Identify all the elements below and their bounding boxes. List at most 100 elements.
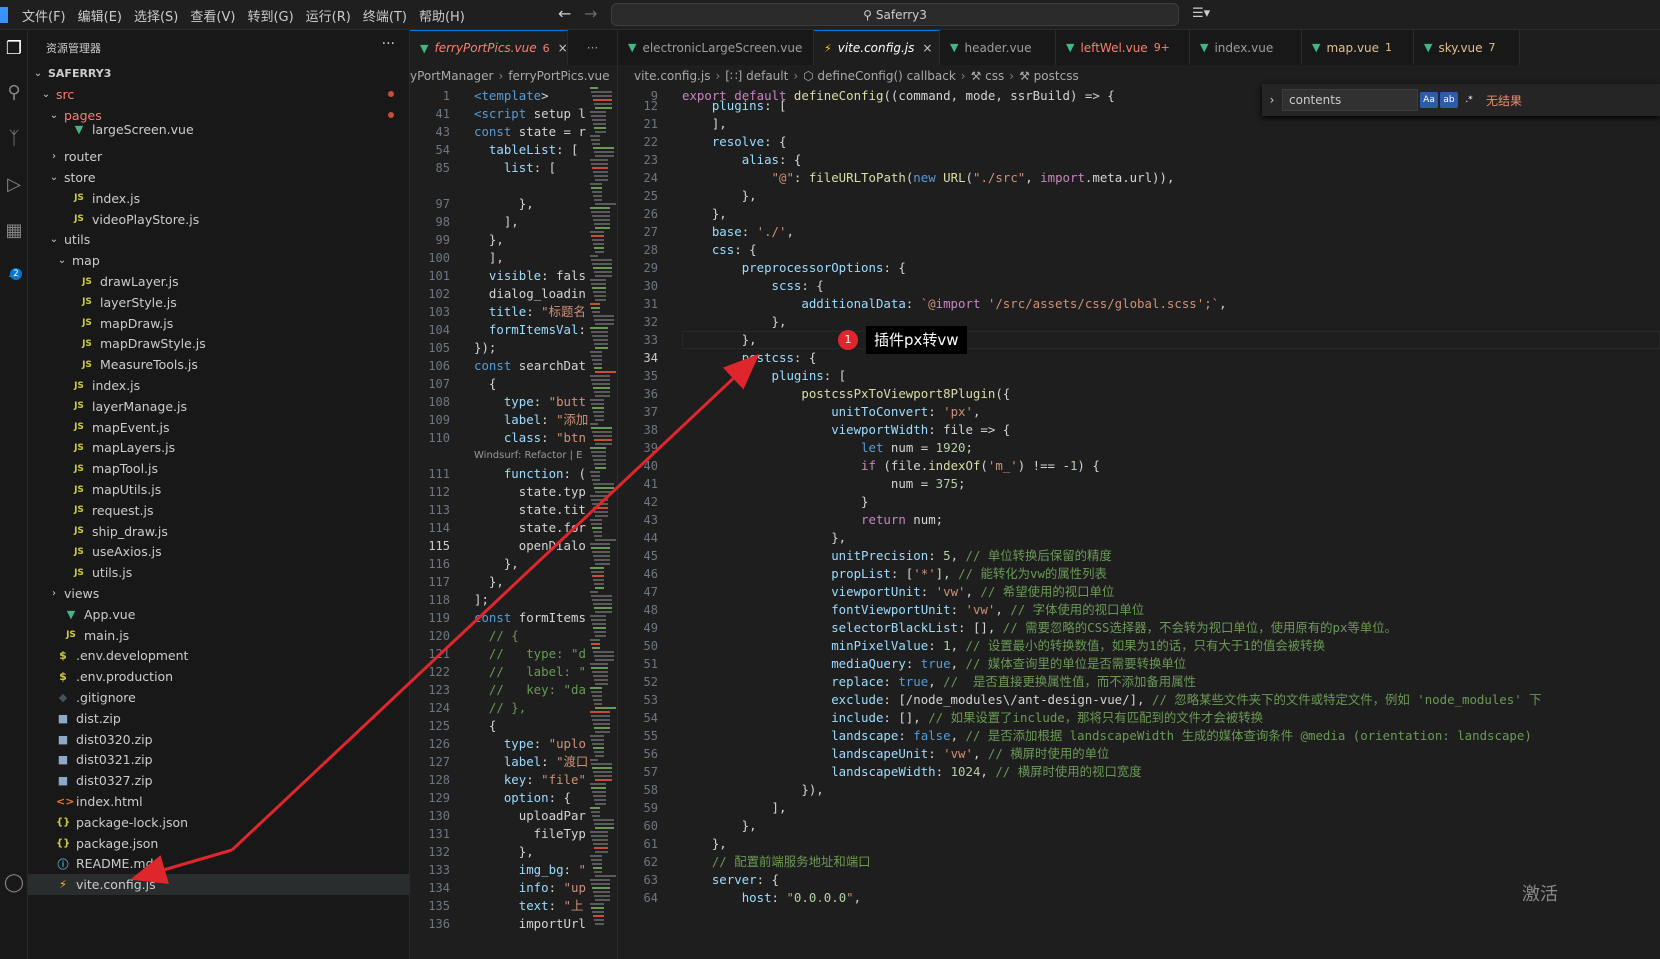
tree-item[interactable]: JS useAxios.js: [28, 541, 409, 562]
menu-item[interactable]: 帮助(H): [419, 6, 465, 25]
copilot-menu-icon[interactable]: ☰▾: [1192, 6, 1210, 21]
menu-item[interactable]: 文件(F): [22, 6, 66, 25]
menu-item[interactable]: 终端(T): [363, 6, 407, 25]
extensions-icon[interactable]: ▦: [0, 220, 28, 241]
more-actions-icon[interactable]: ···: [382, 36, 395, 52]
menu-item[interactable]: 选择(S): [134, 6, 178, 25]
tree-item[interactable]: ⌄ store: [28, 167, 409, 188]
tree-item[interactable]: JS utils.js: [28, 562, 409, 583]
tree-item[interactable]: ⚡ vite.config.js: [28, 874, 409, 896]
tree-item[interactable]: ⌄ SAFERRY3: [28, 63, 409, 84]
tree-item-label: mapDraw.js: [100, 315, 174, 331]
tree-item[interactable]: ⌄ utils: [28, 229, 409, 250]
menu-item[interactable]: 运行(R): [306, 6, 351, 25]
toggle-replace-icon[interactable]: ›: [1262, 93, 1282, 107]
menu-item[interactable]: 查看(V): [190, 6, 235, 25]
tree-item[interactable]: JS drawLayer.js: [28, 271, 409, 292]
breadcrumb-item[interactable]: ⚒ css: [971, 69, 1005, 83]
tree-item[interactable]: JS request.js: [28, 500, 409, 521]
breadcrumb-item[interactable]: yPortManager: [410, 69, 494, 83]
code-line: exclude: [/node_modules\/ant-design-vue/…: [831, 692, 1542, 707]
right-tab-bar: ▼ electronicLargeScreen.vue ⚡ vite.config.j…: [618, 30, 1520, 65]
breadcrumb-item[interactable]: vite.config.js: [634, 69, 710, 83]
tab-header-vue[interactable]: ▼ header.vue: [940, 30, 1056, 65]
tab-map-vue[interactable]: ▼ map.vue 1: [1302, 30, 1414, 65]
tree-item[interactable]: › views: [28, 583, 409, 604]
minimap-line: [590, 495, 608, 497]
tree-item[interactable]: ▼ App.vue: [28, 604, 409, 625]
back-arrow-icon[interactable]: ←: [558, 4, 571, 23]
tree-item[interactable]: JS ship_draw.js: [28, 521, 409, 542]
tree-item[interactable]: ⓘ README.md: [28, 853, 409, 874]
tree-item[interactable]: JS layerManage.js: [28, 396, 409, 417]
tree-item[interactable]: JS layerStyle.js: [28, 292, 409, 313]
tab-vite-config-js[interactable]: ⚡ vite.config.js ×: [814, 30, 940, 65]
breadcrumb-item[interactable]: ferryPortPics.vue: [508, 69, 609, 83]
command-center-search[interactable]: ⚲ Saferry3: [611, 3, 1179, 26]
minimap-line: [595, 299, 606, 301]
tab-electroniclargescreen-vue[interactable]: ▼ electronicLargeScreen.vue: [618, 30, 814, 65]
tree-item[interactable]: JS main.js: [28, 625, 409, 646]
explorer-icon[interactable]: ❐: [0, 38, 28, 59]
minimap-line: [595, 203, 616, 205]
tree-item[interactable]: JS index.js: [28, 188, 409, 209]
tab-ferryportpics[interactable]: ▼ ferryPortPics.vue 6 ×: [410, 30, 568, 65]
tree-item[interactable]: $ .env.development: [28, 645, 409, 666]
codelens[interactable]: Windsurf: Refactor | E: [474, 449, 583, 463]
account-icon[interactable]: ◯: [0, 872, 28, 893]
match-word-toggle[interactable]: ab: [1440, 92, 1458, 108]
minimap-line: [593, 627, 606, 629]
minimap-line: [592, 359, 602, 361]
close-icon[interactable]: ×: [558, 41, 568, 55]
menu-item[interactable]: 转到(G): [247, 6, 293, 25]
tab-overflow-menu[interactable]: ···: [568, 30, 617, 65]
tree-item[interactable]: ◆ .gitignore: [28, 687, 409, 708]
tree-item[interactable]: {} package.json: [28, 833, 409, 854]
breadcrumb-item[interactable]: ⬡ defineConfig() callback: [803, 69, 956, 83]
tree-item[interactable]: JS mapUtils.js: [28, 479, 409, 500]
tree-item[interactable]: ⌄ map: [28, 250, 409, 271]
tab-sky-vue[interactable]: ▼ sky.vue 7: [1414, 30, 1520, 65]
tab-index-vue[interactable]: ▼ index.vue: [1190, 30, 1302, 65]
tree-item[interactable]: $ .env.production: [28, 666, 409, 687]
tree-item[interactable]: JS mapEvent.js: [28, 417, 409, 438]
tree-item[interactable]: JS mapDraw.js: [28, 313, 409, 334]
menu-item[interactable]: 编辑(E): [78, 6, 122, 25]
more-views-icon[interactable]: …: [0, 266, 28, 280]
tree-item[interactable]: ⌄ src: [28, 84, 409, 105]
tab-leftwel-vue[interactable]: ▼ leftWel.vue 9+: [1056, 30, 1190, 65]
tree-item[interactable]: ■ dist0320.zip: [28, 729, 409, 750]
tree-item[interactable]: JS mapLayers.js: [28, 437, 409, 458]
tree-item[interactable]: <> index.html: [28, 791, 409, 812]
match-case-toggle[interactable]: Aa: [1420, 92, 1438, 108]
tree-item[interactable]: {} package-lock.json: [28, 812, 409, 833]
breadcrumb-item[interactable]: ⚒ postcss: [1019, 69, 1079, 83]
breadcrumb-item[interactable]: [∷] default: [725, 69, 788, 83]
tree-item[interactable]: JS index.js: [28, 375, 409, 396]
minimap-line: [591, 307, 600, 309]
run-debug-icon[interactable]: ▷: [0, 174, 28, 195]
tree-item[interactable]: ■ dist.zip: [28, 708, 409, 729]
line-number: 100: [428, 251, 450, 265]
tree-item[interactable]: JS MeasureTools.js: [28, 354, 409, 375]
search-icon[interactable]: ⚲: [0, 82, 28, 103]
minimap-line: [594, 367, 602, 369]
find-input[interactable]: contents: [1282, 89, 1418, 111]
tree-item[interactable]: ■ dist0327.zip: [28, 770, 409, 791]
tree-item-label: README.md: [76, 856, 154, 872]
source-control-icon[interactable]: ᛉ: [0, 128, 28, 149]
tree-item[interactable]: JS mapTool.js: [28, 458, 409, 479]
forward-arrow-icon[interactable]: →: [584, 4, 597, 23]
line-number: 57: [643, 765, 658, 779]
minimap-line: [594, 847, 608, 849]
minimap-line: [592, 287, 606, 289]
tree-item[interactable]: JS videoPlayStore.js: [28, 209, 409, 230]
close-icon[interactable]: ×: [922, 41, 932, 55]
code-line: },: [682, 818, 757, 833]
minimap[interactable]: [590, 87, 617, 959]
regex-toggle[interactable]: .*: [1460, 92, 1478, 108]
tree-item[interactable]: JS mapDrawStyle.js: [28, 333, 409, 354]
tree-item[interactable]: › router: [28, 146, 409, 167]
tree-item[interactable]: ▼ largeScreen.vue: [28, 119, 409, 140]
tree-item[interactable]: ■ dist0321.zip: [28, 749, 409, 770]
